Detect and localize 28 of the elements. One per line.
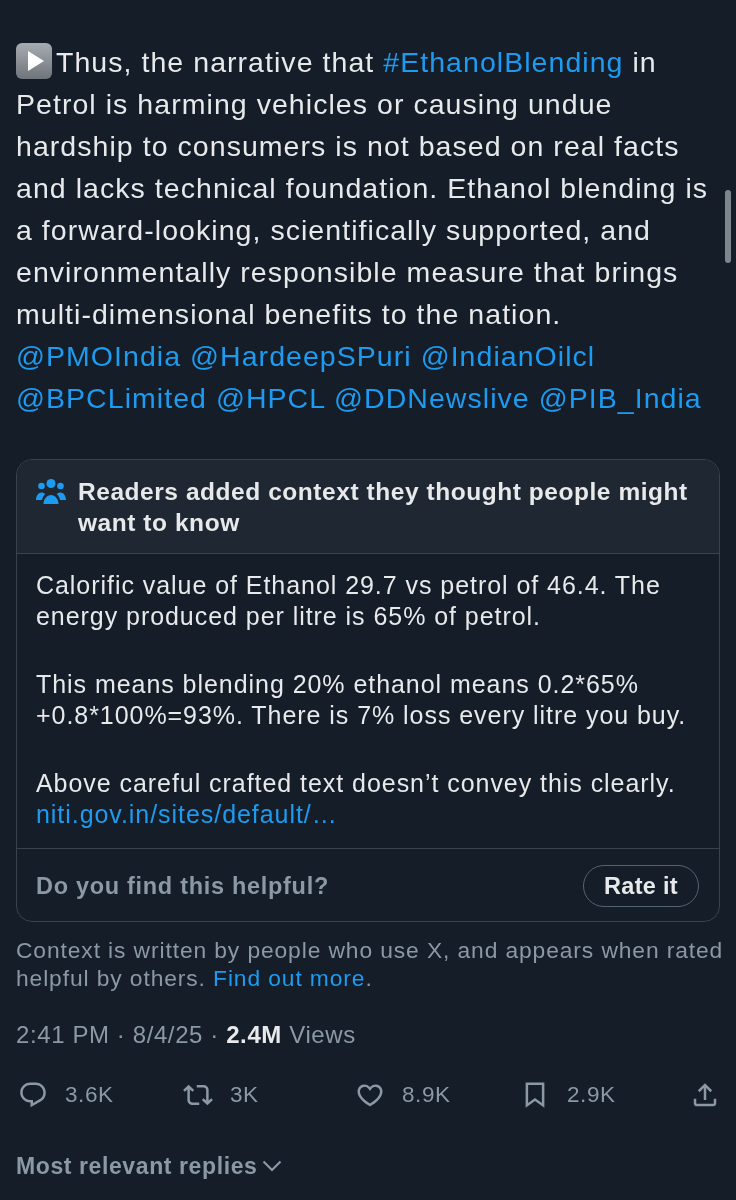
note-text: Calorific value of Ethanol 29.7 vs petrol of 46.4. The energy produced per litre is 65% of petrol. xyxy=(36,570,662,632)
note-text: This means blending 20% ethanol means 0.2*65% +0.8*100%=93%. There is 7% loss every litre you buy. xyxy=(36,669,688,731)
people-icon xyxy=(36,478,66,504)
mention-link[interactable]: @PMOIndia xyxy=(16,340,182,372)
source-link[interactable]: niti.gov.in/sites/default/… xyxy=(36,800,338,828)
post-timestamp-views: 2:41 PM · 8/4/25 · 2.4M Views xyxy=(16,1020,357,1050)
mention-link[interactable]: @DDNewslive xyxy=(334,382,530,414)
play-emoji-icon xyxy=(16,43,52,79)
hashtag-link[interactable]: #EthanolBlending xyxy=(383,46,624,78)
disclaimer-text: Context is written by people who use X, and appears when rated helpful by others. Find out more. xyxy=(16,936,725,992)
note-title: Readers added context they thought people might want to know xyxy=(78,477,689,538)
like-button[interactable]: 8.9K xyxy=(355,1080,451,1110)
mention-link[interactable]: @BPCLimited xyxy=(16,382,207,414)
scrollbar-thumb[interactable] xyxy=(725,190,731,263)
sort-replies-button[interactable]: Most relevant replies xyxy=(16,1152,283,1180)
mention-link[interactable]: @PIB_India xyxy=(538,382,702,414)
find-out-more-link[interactable]: Find out more xyxy=(213,965,366,991)
repost-button[interactable]: 3K xyxy=(183,1080,259,1110)
tweet-text: Thus, the narrative that #EthanolBlending in Petrol is harming vehicles or causing undue hardship to consumers is not based on real facts and lacks technical foundation. Ethanol blending is a forward-looking, scientifically supported, and environmentally responsible measure that brings multi-dimensional benefits to the nation. @PMOIndia @HardeepSPuri @IndianOilcl @BPCLimited @HPCL @DDNewslive @PIB_India xyxy=(16,41,724,419)
helpful-prompt: Do you find this helpful? xyxy=(36,872,329,900)
chevron-down-icon xyxy=(262,1160,283,1172)
mention-link[interactable]: @HPCL xyxy=(215,382,326,414)
mention-link[interactable]: @IndianOilcl xyxy=(420,340,596,372)
reply-icon xyxy=(18,1080,48,1110)
reply-button[interactable]: 3.6K xyxy=(18,1080,114,1110)
mention-link[interactable]: @HardeepSPuri xyxy=(190,340,412,372)
bookmark-button[interactable]: 2.9K xyxy=(520,1080,616,1110)
note-text: Above careful crafted text doesn’t convey this clearly. niti.gov.in/sites/default/… xyxy=(36,768,677,830)
